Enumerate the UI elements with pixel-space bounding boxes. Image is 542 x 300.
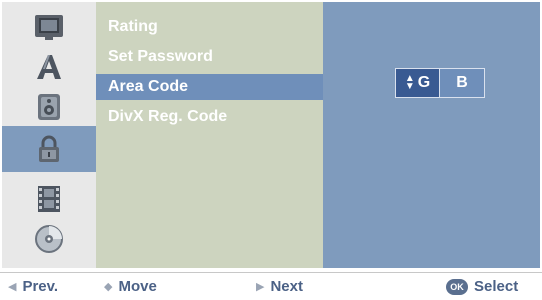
- menu-item-set-password[interactable]: Set Password: [96, 44, 323, 70]
- disc-icon[interactable]: [2, 220, 96, 258]
- area-code-letter-1[interactable]: ▲ ▼ G: [395, 68, 440, 98]
- select-hint[interactable]: OK Select: [446, 273, 518, 300]
- area-code-letter-2[interactable]: B: [440, 68, 485, 98]
- ok-button-icon: OK: [446, 278, 468, 295]
- picture-icon[interactable]: [2, 8, 96, 46]
- area-code-selector[interactable]: ▲ ▼ G B: [395, 68, 485, 98]
- film-icon[interactable]: [2, 180, 96, 218]
- value-panel: ▲ ▼ G B: [323, 2, 540, 268]
- up-down-icon: ▲ ▼: [404, 73, 415, 92]
- setup-menu: Rating Set Password Area Code DivX Reg. …: [2, 2, 540, 268]
- menu-list: Rating Set Password Area Code DivX Reg. …: [96, 2, 323, 268]
- prev-hint[interactable]: ◀ Prev.: [8, 273, 58, 300]
- left-arrow-icon: ◀: [8, 281, 17, 293]
- right-arrow-icon: ▶: [256, 281, 265, 293]
- menu-item-area-code[interactable]: Area Code: [96, 74, 323, 100]
- move-hint: ◆ Move: [104, 278, 157, 295]
- menu-item-divx-reg-code[interactable]: DivX Reg. Code: [96, 104, 323, 130]
- next-hint[interactable]: ▶ Next: [256, 273, 303, 300]
- language-icon[interactable]: [2, 48, 96, 86]
- footer-hints: ◀ Prev. ◆ Move ▶ Next OK Select: [0, 272, 542, 300]
- up-down-arrow-icon: ◆: [104, 281, 113, 293]
- lock-icon[interactable]: [2, 126, 96, 172]
- category-sidebar: [2, 2, 96, 268]
- audio-icon[interactable]: [2, 88, 96, 126]
- menu-item-rating[interactable]: Rating: [96, 14, 323, 40]
